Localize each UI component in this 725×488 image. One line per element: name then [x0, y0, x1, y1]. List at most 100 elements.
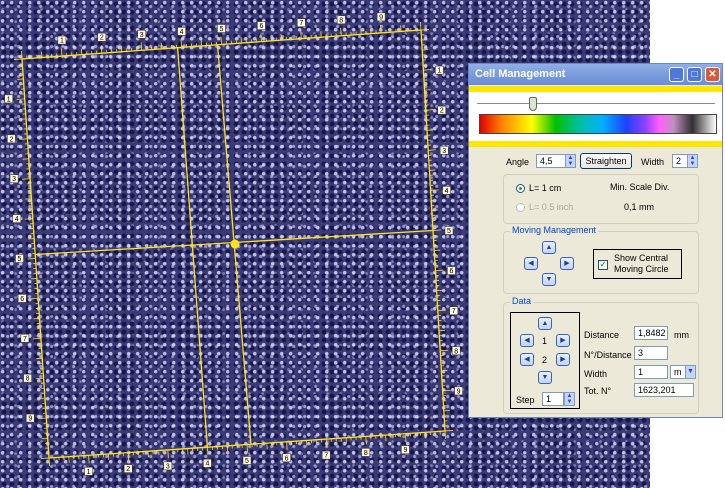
grid-vertical-line	[176, 47, 209, 448]
counter-down-button[interactable]: ▼	[538, 371, 552, 384]
grid-label-right: 2	[440, 108, 444, 115]
step-input[interactable]: 1	[542, 392, 564, 406]
grid-tick-right	[442, 389, 451, 392]
grid-tick-left	[22, 178, 31, 180]
show-circle-checkbox[interactable]: ✓	[598, 260, 608, 270]
counter2-left-button[interactable]: ◀	[520, 353, 534, 366]
tot-value[interactable]: 1623,201	[634, 383, 694, 397]
grid-tick-bottom	[127, 452, 130, 461]
angle-spinner[interactable]: ▲ ▼	[565, 154, 576, 168]
grid-tick-right	[432, 229, 442, 231]
grid-tick-top	[60, 48, 63, 57]
close-button[interactable]: ✕	[705, 67, 720, 82]
grid-label-right: 3	[442, 148, 446, 155]
central-moving-circle[interactable]	[230, 239, 240, 249]
grid-tick-left	[19, 138, 28, 140]
grid-label-left: 5	[18, 256, 22, 263]
color-palette-bar[interactable]	[479, 114, 717, 134]
grid-tick-left	[38, 417, 47, 420]
counter-box: ▲ ◀ 1 ▶ ◀ 2 ▶ ▼ Step 1 ▲ ▼	[510, 312, 580, 409]
grid-tick-top	[340, 27, 342, 36]
grid-tick-left	[27, 258, 36, 260]
color-slider-thumb[interactable]	[529, 97, 537, 111]
width-input[interactable]: 2	[672, 154, 688, 168]
grid-label-bottom: 3	[166, 463, 170, 470]
ndistance-label: N°/Distance	[584, 350, 632, 360]
angle-label: Angle	[506, 157, 530, 167]
grid-label-bottom: 6	[285, 455, 289, 462]
grid-tick-bottom	[246, 444, 248, 453]
grid-label-bottom: 1	[87, 469, 91, 476]
grid-tick-left	[35, 377, 44, 380]
counter1-right-button[interactable]: ▶	[556, 334, 570, 347]
color-slider-track[interactable]	[477, 103, 715, 104]
maximize-button[interactable]: □	[687, 67, 702, 82]
data-width-label: Width	[584, 369, 608, 379]
move-right-button[interactable]: ▶	[560, 257, 574, 270]
grid-label-left: 3	[12, 176, 16, 183]
min-scale-label: Min. Scale Div.	[610, 182, 670, 192]
ndistance-value[interactable]: 3	[634, 346, 668, 360]
grid-tick-left	[16, 98, 25, 100]
grid-label-right: 9	[457, 388, 461, 395]
grid-tick-top	[260, 33, 262, 42]
data-group: Data ▲ ◀ 1 ▶ ◀ 2 ▶ ▼ Step 1 ▲ ▼ Distance …	[503, 296, 699, 414]
grid-label-bottom: 9	[403, 447, 407, 454]
grid-tick-top	[21, 50, 23, 60]
radio-1cm-label: L= 1 cm	[529, 183, 562, 193]
grid-tick-right	[444, 430, 454, 432]
grid-tick-top	[180, 39, 182, 48]
grid-label-top: 2	[100, 35, 104, 42]
counter1-left-button[interactable]: ◀	[520, 334, 534, 347]
distance-value[interactable]: 1,8482	[634, 326, 668, 340]
grid-tick-bottom	[444, 430, 446, 440]
grid-label-left: 8	[26, 376, 30, 383]
data-title: Data	[510, 296, 534, 306]
data-width-value[interactable]: 1	[634, 365, 668, 379]
show-circle-label: Show Central Moving Circle	[614, 253, 669, 274]
grid-tick-left	[13, 58, 23, 60]
grid-tick-bottom	[48, 457, 50, 467]
grid-label-right: 8	[454, 348, 458, 355]
grid-tick-bottom	[325, 439, 328, 448]
grid-label-left: 6	[20, 296, 24, 303]
radio-half-inch-label: L= 0.5 inch	[529, 202, 574, 212]
distance-unit: mm	[674, 330, 689, 340]
window-title: Cell Management	[475, 68, 566, 80]
grid-tick-right	[435, 269, 444, 271]
angle-input[interactable]: 4,5	[536, 154, 566, 168]
counter-up-button[interactable]: ▲	[538, 317, 552, 330]
straighten-button[interactable]: Straighten	[580, 153, 632, 169]
chevron-down-icon[interactable]: ▼	[685, 365, 696, 379]
grid-tick-bottom	[207, 447, 209, 456]
distance-label: Distance	[584, 330, 620, 340]
grid-tick-bottom	[286, 441, 288, 450]
radio-1cm[interactable]	[516, 184, 525, 193]
moving-management-title: Moving Management	[510, 225, 599, 235]
counter2-value: 2	[542, 355, 548, 365]
width-spinner[interactable]: ▲ ▼	[687, 154, 698, 168]
radio-half-inch[interactable]	[516, 203, 525, 212]
grid-tick-top	[300, 30, 302, 39]
move-up-button[interactable]: ▲	[542, 241, 556, 254]
grid-tick-top	[140, 42, 143, 51]
grid-label-left: 9	[28, 416, 32, 423]
grid-label-top: 7	[299, 20, 303, 27]
palette-area	[469, 92, 722, 141]
cell-management-window: Cell Management _ □ ✕ Angle 4,5 ▲ ▼ Strai…	[468, 63, 723, 418]
move-down-button[interactable]: ▼	[542, 273, 556, 286]
grid-tick-right	[425, 109, 434, 111]
color-strip-bottom	[469, 141, 722, 147]
move-left-button[interactable]: ◀	[524, 257, 538, 270]
step-spinner[interactable]: ▲ ▼	[564, 392, 575, 406]
grid-tick-right	[423, 69, 432, 71]
data-width-unit-select[interactable]: m	[670, 365, 686, 379]
counter2-right-button[interactable]: ▶	[556, 353, 570, 366]
grid-label-bottom: 4	[205, 461, 209, 468]
grid-tick-left	[32, 337, 41, 340]
title-bar[interactable]: Cell Management _ □ ✕	[469, 64, 722, 85]
minimize-button[interactable]: _	[669, 67, 684, 82]
grid-tick-right	[428, 149, 437, 151]
grid-tick-right	[440, 349, 449, 352]
show-circle-box: ✓ Show Central Moving Circle	[593, 249, 682, 279]
